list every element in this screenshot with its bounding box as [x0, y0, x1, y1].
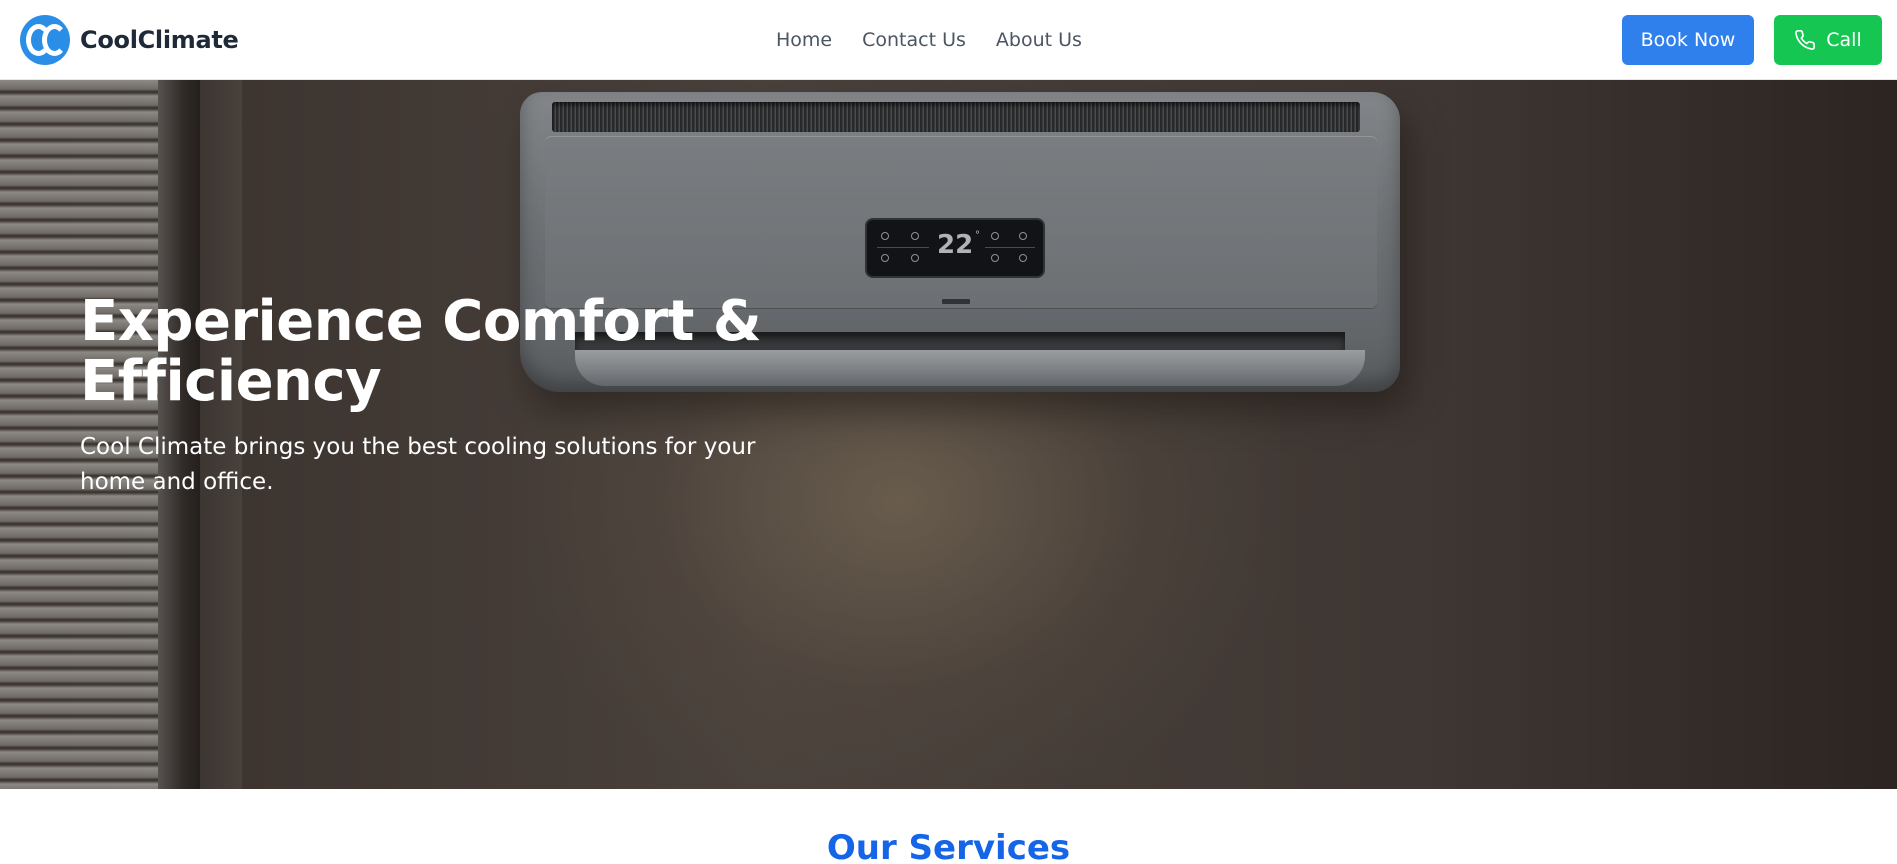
site-header: CoolClimate Home Contact Us About Us Boo…	[0, 0, 1897, 80]
nav-contact-us[interactable]: Contact Us	[862, 29, 966, 51]
hero-title: Experience Comfort & Efficiency	[80, 289, 762, 414]
nav-about-us[interactable]: About Us	[996, 29, 1082, 51]
book-now-button[interactable]: Book Now	[1622, 15, 1754, 65]
brand-link[interactable]: CoolClimate	[20, 15, 239, 65]
hero-subtitle: Cool Climate brings you the best cooling…	[80, 434, 756, 495]
logo-icon	[20, 15, 70, 65]
book-now-label: Book Now	[1640, 29, 1736, 51]
phone-icon	[1795, 30, 1816, 50]
nav-home[interactable]: Home	[776, 29, 832, 51]
main-nav: Home Contact Us About Us	[776, 24, 1112, 56]
services-heading: Our Services	[826, 828, 1071, 864]
brand-name: CoolClimate	[80, 26, 239, 54]
hero-section: 22 ° Experience Comfort & Efficiency Coo…	[0, 80, 1897, 789]
call-button[interactable]: Call	[1774, 15, 1882, 65]
call-label: Call	[1826, 29, 1862, 51]
